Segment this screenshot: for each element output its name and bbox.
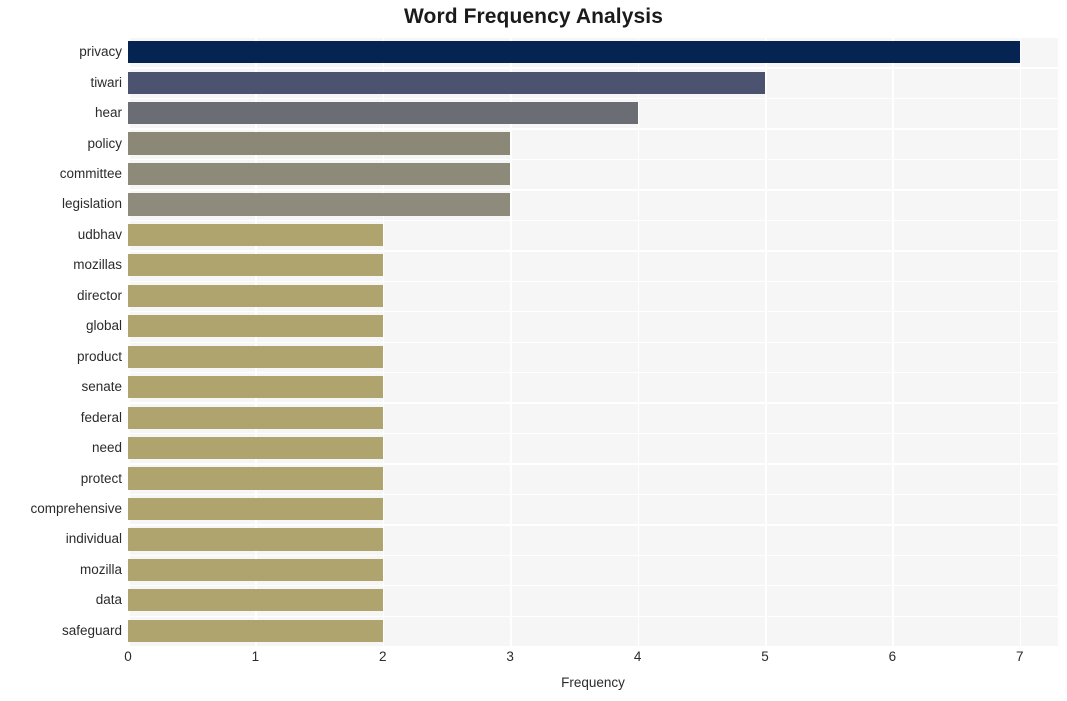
bar[interactable] (128, 315, 383, 338)
bar-row[interactable] (128, 71, 1058, 94)
bar-row[interactable] (128, 528, 1058, 551)
bar-row[interactable] (128, 315, 1058, 338)
y-axis-tick-label: mozilla (79, 561, 122, 577)
x-axis-tick-label: 0 (124, 649, 132, 664)
bar[interactable] (128, 528, 383, 551)
bar[interactable] (128, 619, 383, 642)
bar[interactable] (128, 497, 383, 521)
x-axis-tick-label: 7 (1016, 649, 1024, 664)
y-axis-tick-label: privacy (79, 44, 122, 60)
bar-row[interactable] (128, 376, 1058, 399)
y-axis-labels: privacy tiwari hear policy committee legislat… (0, 37, 122, 646)
gridline-horizontal (128, 646, 1058, 648)
x-axis-title: Frequency (561, 675, 625, 690)
bar-row[interactable] (128, 406, 1058, 429)
bar-row[interactable] (128, 162, 1058, 186)
y-axis-tick-label: udbhav (77, 226, 122, 242)
y-axis-tick-label: federal (80, 409, 122, 425)
y-axis-tick-label: need (91, 440, 122, 456)
bar[interactable] (128, 223, 383, 247)
bar[interactable] (128, 71, 765, 94)
y-axis-tick-label: legislation (61, 196, 122, 212)
y-axis-tick-label: director (76, 287, 122, 303)
y-axis-tick-label: global (85, 318, 122, 334)
bar[interactable] (128, 254, 383, 277)
bar[interactable] (128, 284, 383, 307)
bar-row[interactable] (128, 467, 1058, 490)
y-axis-tick-label: tiwari (90, 74, 122, 90)
bar-row[interactable] (128, 132, 1058, 155)
bar-row[interactable] (128, 41, 1058, 64)
bar-row[interactable] (128, 436, 1058, 460)
bar-row[interactable] (128, 254, 1058, 277)
x-axis-tick-label: 3 (506, 649, 514, 664)
y-axis-tick-label: product (76, 348, 122, 364)
bar-row[interactable] (128, 589, 1058, 612)
bar-row[interactable] (128, 223, 1058, 247)
y-axis-tick-label: policy (87, 135, 122, 151)
bar[interactable] (128, 589, 383, 612)
chart-figure: Word Frequency Analysis privacy tiwari hea… (0, 0, 1067, 701)
x-axis-tick-label: 6 (888, 649, 897, 664)
bar[interactable] (128, 406, 383, 429)
x-axis-tick-label: 4 (633, 649, 642, 664)
bar-row[interactable] (128, 497, 1058, 521)
x-axis-tick-labels: 0 1 2 3 4 5 6 7 (124, 649, 1058, 672)
y-axis-tick-label: hear (94, 105, 122, 121)
y-axis-tick-label: committee (59, 166, 122, 182)
bar-row[interactable] (128, 193, 1058, 216)
bar[interactable] (128, 162, 511, 186)
bar[interactable] (128, 41, 1020, 64)
x-axis-tick-label: 2 (379, 649, 387, 664)
bar-series (128, 37, 1058, 646)
bar-row[interactable] (128, 558, 1058, 581)
bar[interactable] (128, 558, 383, 581)
bar[interactable] (128, 467, 383, 490)
bar-row[interactable] (128, 345, 1058, 368)
chart-title: Word Frequency Analysis (403, 5, 664, 28)
bar-row[interactable] (128, 284, 1058, 307)
bar-row[interactable] (128, 619, 1058, 642)
y-axis-tick-label: individual (65, 531, 122, 547)
x-axis-tick-label: 5 (761, 649, 769, 664)
bar[interactable] (128, 193, 511, 216)
y-axis-tick-label: mozillas (73, 257, 122, 273)
y-axis-tick-label: protect (80, 470, 122, 486)
y-axis-tick-label: senate (81, 379, 122, 395)
y-axis-tick-label: data (95, 592, 122, 608)
x-axis-tick-label: 1 (251, 649, 260, 664)
y-axis-tick-label: safeguard (61, 622, 122, 638)
y-axis-tick-label: comprehensive (30, 500, 122, 516)
bar[interactable] (128, 102, 638, 125)
plot-area (128, 37, 1058, 648)
bar[interactable] (128, 132, 511, 155)
bar[interactable] (128, 436, 383, 460)
bar[interactable] (128, 376, 383, 399)
bar[interactable] (128, 345, 383, 368)
bar-row[interactable] (128, 102, 1058, 125)
